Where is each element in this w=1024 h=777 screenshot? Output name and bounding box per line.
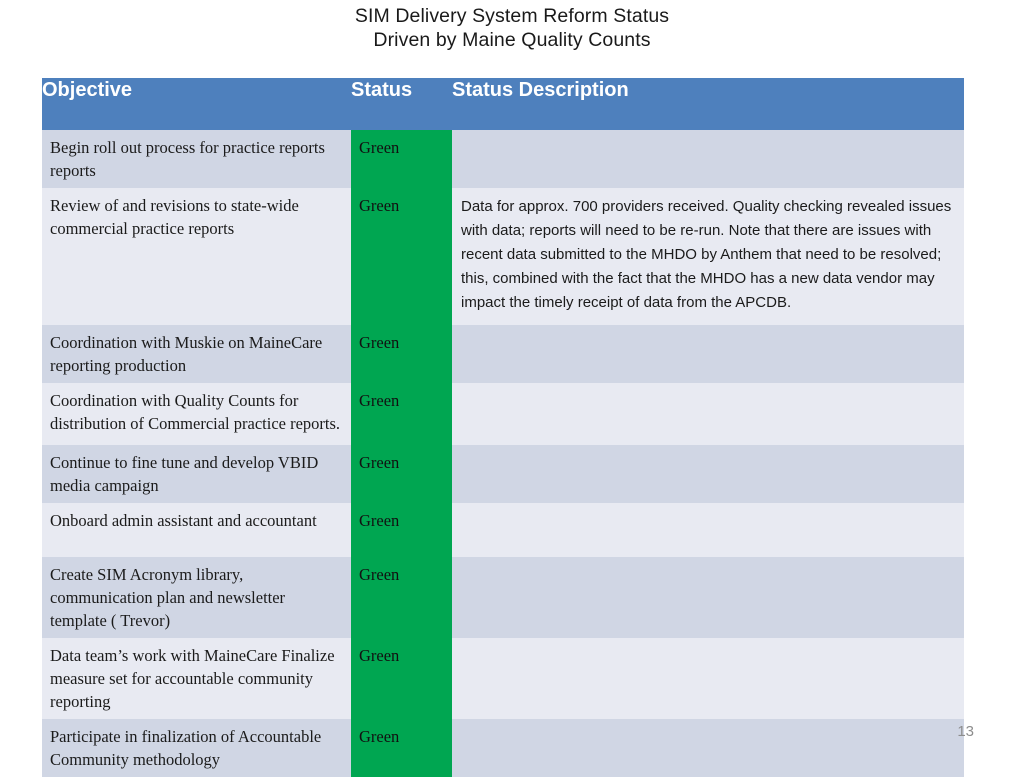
cell-status-description <box>452 719 964 777</box>
cell-status-description <box>452 325 964 383</box>
cell-objective: Coordination with Muskie on MaineCare re… <box>42 325 351 383</box>
cell-status-description <box>452 130 964 188</box>
cell-status: Green <box>351 503 452 557</box>
cell-status-description <box>452 503 964 557</box>
slide-canvas: { "slide": { "title_line1": "SIM Deliver… <box>0 0 1024 777</box>
cell-status: Green <box>351 719 452 777</box>
table-header: Objective Status Status Description <box>42 78 964 130</box>
cell-objective: Review of and revisions to state-wide co… <box>42 188 351 325</box>
table-row: Onboard admin assistant and accountant G… <box>42 503 964 557</box>
cell-status-description <box>452 445 964 503</box>
page-number: 13 <box>957 723 974 740</box>
table-row: Continue to fine tune and develop VBID m… <box>42 445 964 503</box>
cell-objective: Begin roll out process for practice repo… <box>42 130 351 188</box>
column-header-status-description: Status Description <box>452 78 964 130</box>
column-header-status: Status <box>351 78 452 130</box>
cell-status: Green <box>351 445 452 503</box>
cell-status-description <box>452 383 964 445</box>
cell-objective: Data team’s work with MaineCare Finalize… <box>42 638 351 719</box>
table-body: Begin roll out process for practice repo… <box>42 130 964 777</box>
table-row: Begin roll out process for practice repo… <box>42 130 964 188</box>
slide-title-line-1: SIM Delivery System Reform Status <box>354 5 670 27</box>
table-row: Data team’s work with MaineCare Finalize… <box>42 638 964 719</box>
table-row: Coordination with Quality Counts for dis… <box>42 383 964 445</box>
cell-status-description <box>452 557 964 638</box>
slide-title: SIM Delivery System Reform Status Driven… <box>0 4 1024 52</box>
slide-title-line-2: Driven by Maine Quality Counts <box>373 29 651 51</box>
cell-objective: Create SIM Acronym library, communicatio… <box>42 557 351 638</box>
table-row: Coordination with Muskie on MaineCare re… <box>42 325 964 383</box>
table-row: Review of and revisions to state-wide co… <box>42 188 964 325</box>
cell-status: Green <box>351 557 452 638</box>
cell-status: Green <box>351 638 452 719</box>
cell-objective: Coordination with Quality Counts for dis… <box>42 383 351 445</box>
cell-status: Green <box>351 130 452 188</box>
cell-objective: Onboard admin assistant and accountant <box>42 503 351 557</box>
cell-status: Green <box>351 383 452 445</box>
cell-status-description <box>452 638 964 719</box>
cell-objective: Participate in finalization of Accountab… <box>42 719 351 777</box>
cell-status: Green <box>351 325 452 383</box>
cell-status-description: Data for approx. 700 providers received.… <box>452 188 964 325</box>
cell-status: Green <box>351 188 452 325</box>
cell-objective: Continue to fine tune and develop VBID m… <box>42 445 351 503</box>
status-table: Objective Status Status Description Begi… <box>42 78 964 777</box>
column-header-objective: Objective <box>42 78 351 130</box>
table-row: Participate in finalization of Accountab… <box>42 719 964 777</box>
table-header-row: Objective Status Status Description <box>42 78 964 130</box>
table-row: Create SIM Acronym library, communicatio… <box>42 557 964 638</box>
